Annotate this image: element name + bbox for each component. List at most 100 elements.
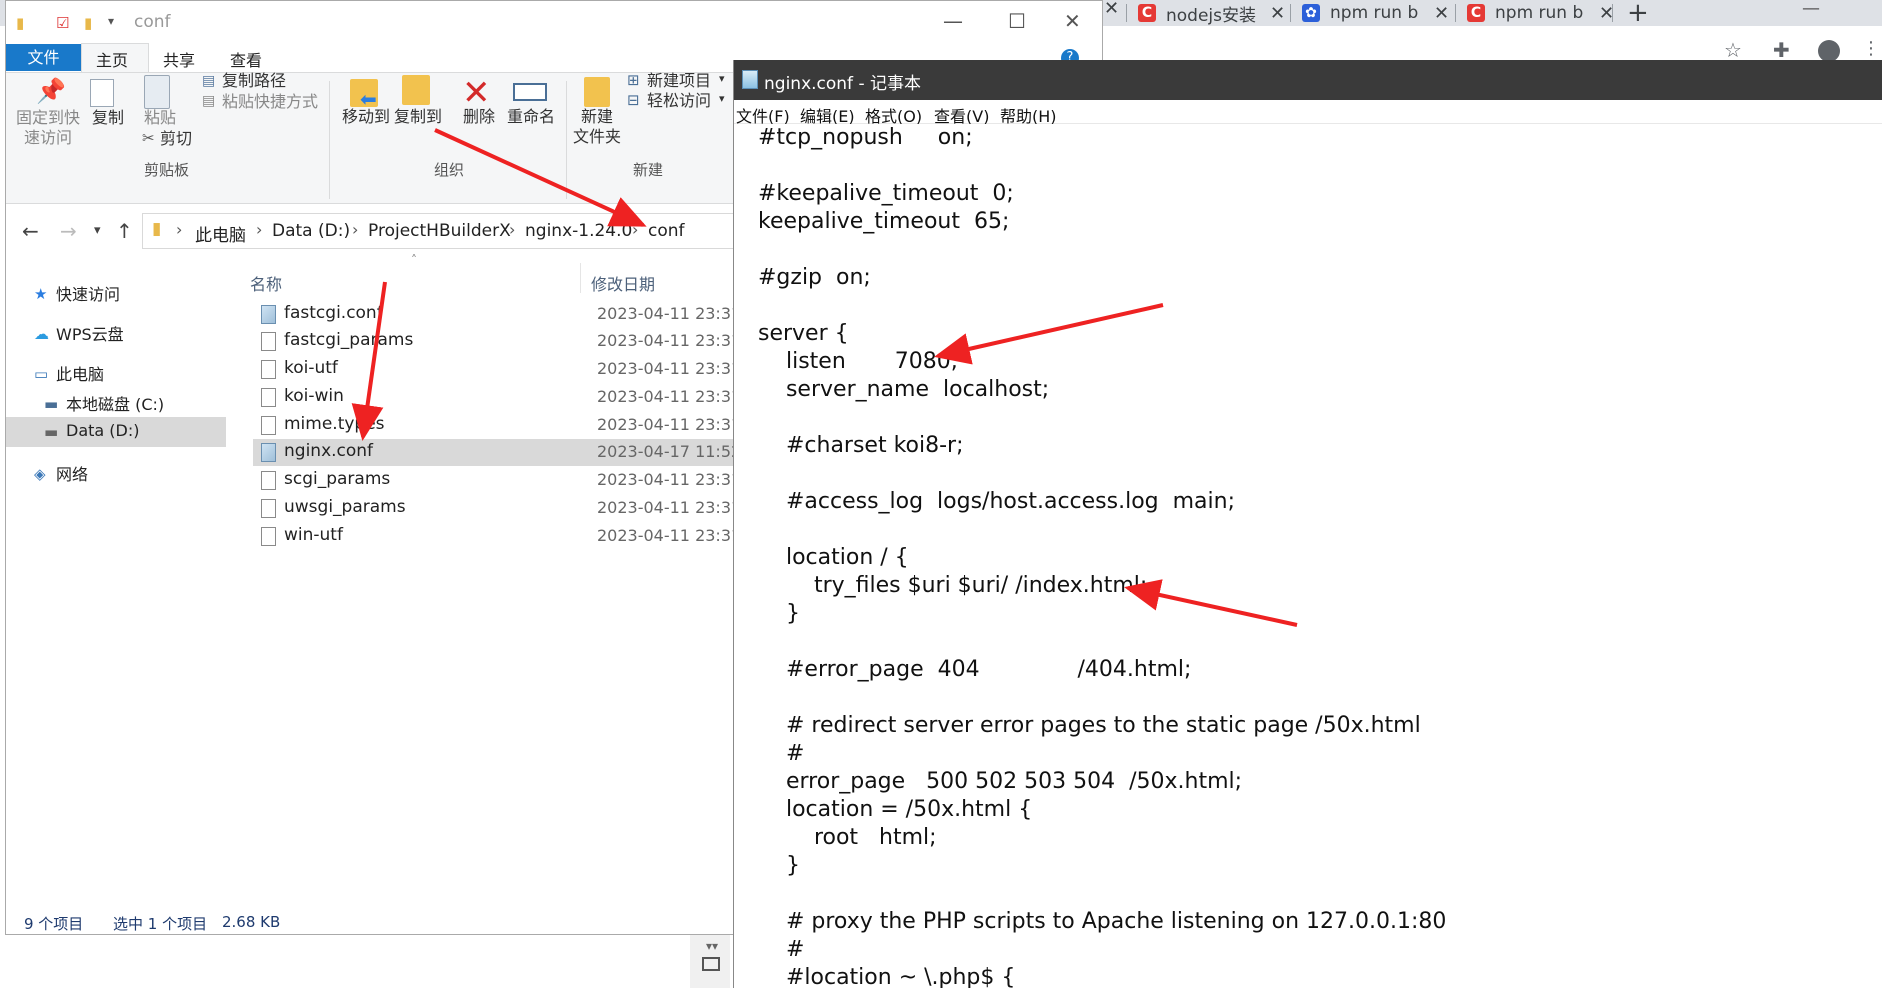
file-icon — [261, 360, 276, 379]
chevron-down-icon: ▾ — [719, 72, 725, 85]
column-header-modified[interactable]: 修改日期 — [591, 271, 655, 295]
properties-icon[interactable]: ☑ — [56, 14, 69, 32]
navigation-pane — [6, 257, 234, 897]
browser-tab-title: npm run b — [1330, 3, 1419, 23]
back-arrow-icon[interactable]: ← — [22, 219, 39, 243]
nav-quick-access[interactable]: ★ 快速访问 — [34, 281, 120, 305]
tab-close-icon[interactable]: ✕ — [1104, 0, 1119, 19]
new-tab-button[interactable]: + — [1627, 0, 1649, 28]
file-icon — [261, 332, 276, 351]
tab-home[interactable]: 主页 — [96, 47, 128, 71]
menu-kebab-icon[interactable]: ⋮ — [1862, 38, 1880, 59]
nav-drive-c[interactable]: ▬ 本地磁盘 (C:) — [44, 391, 164, 415]
code-line: try_files $uri $uri/ /index.html; — [758, 573, 1148, 598]
file-date: 2023-04-17 11:52 — [597, 442, 742, 461]
file-date: 2023-04-11 23:31 — [597, 470, 742, 489]
notepad-window: nginx.conf - 记事本 文件(F) 编辑(E) 格式(O) 查看(V)… — [733, 60, 1882, 988]
breadcrumb-item[interactable]: nginx-1.24.0 — [525, 221, 632, 241]
file-icon — [261, 499, 276, 518]
notepad-icon — [742, 70, 758, 89]
nav-network[interactable]: ◈ 网络 — [34, 461, 88, 485]
explorer-titlebar: ▮ ☑ ▮ ▾ conf — ☐ ✕ — [6, 1, 1102, 41]
new-folder-label: 新建 — [581, 107, 614, 126]
breadcrumb-separator: › — [632, 220, 639, 239]
column-header-name[interactable]: 名称 — [250, 271, 282, 295]
bookmark-star-icon[interactable]: ☆ — [1724, 38, 1742, 62]
ribbon-divider — [329, 81, 330, 199]
copy-path-icon: ▤ — [202, 73, 216, 89]
file-name: scgi_params — [284, 469, 391, 489]
new-item-icon: ⊞ — [627, 71, 640, 89]
code-line: server_name localhost; — [758, 377, 1050, 402]
browser-tab-title: npm run b — [1495, 3, 1584, 23]
code-line: server { — [758, 321, 849, 346]
tab-file[interactable]: 文件 — [6, 44, 81, 71]
sort-chevron-up-icon: ˄ — [411, 253, 417, 267]
tab-share[interactable]: 共享 — [163, 47, 195, 71]
breadcrumb-separator: › — [176, 220, 183, 239]
file-date: 2023-04-11 23:31 — [597, 415, 742, 434]
code-line: # — [758, 937, 805, 962]
up-arrow-icon[interactable]: ↑ — [116, 219, 133, 243]
nav-drive-d[interactable]: ▬ Data (D:) — [44, 421, 139, 441]
minimize-icon[interactable]: — — [1802, 0, 1820, 19]
network-icon: ◈ — [34, 465, 46, 483]
code-line: #gzip on; — [758, 265, 871, 290]
code-line: #location ~ \.php$ { — [758, 965, 1016, 988]
nav-label: WPS云盘 — [56, 325, 124, 344]
tab-view[interactable]: 查看 — [230, 47, 262, 71]
folder-copy-icon — [402, 75, 430, 105]
recent-chevron-icon[interactable]: ▾ — [94, 223, 101, 238]
code-line: root html; — [758, 825, 937, 850]
move-to-label: 移动到 — [342, 107, 391, 126]
tab-separator — [1126, 4, 1127, 22]
drive-icon: ▬ — [44, 422, 59, 441]
tab-separator — [1455, 4, 1456, 22]
copy-path-label: 复制路径 — [222, 71, 287, 90]
maximize-button[interactable]: ☐ — [1008, 9, 1026, 33]
file-date: 2023-04-11 23:31 — [597, 526, 742, 545]
breadcrumb-separator: › — [256, 220, 263, 239]
breadcrumb-item[interactable]: Data (D:) — [272, 221, 350, 241]
notepad-text-area[interactable]: #tcp_nopush on; #keepalive_timeout 0; keep… — [734, 124, 1882, 988]
file-name: koi-utf — [284, 358, 338, 378]
nav-label: 此电脑 — [56, 365, 105, 384]
status-selected-size: 2.68 KB — [222, 913, 281, 931]
chevron-down-icon[interactable]: ▾ — [108, 14, 114, 28]
tab-close-icon[interactable]: ✕ — [1270, 3, 1285, 24]
nav-label: 本地磁盘 (C:) — [66, 395, 165, 414]
computer-icon: ▭ — [34, 365, 49, 383]
column-divider[interactable] — [580, 263, 581, 293]
new-item-label: 新建项目 — [647, 71, 712, 90]
file-date: 2023-04-11 23:31 — [597, 304, 742, 323]
csdn-icon: C — [1138, 4, 1156, 22]
tab-close-icon[interactable]: ✕ — [1434, 3, 1449, 24]
nav-this-pc[interactable]: ▭ 此电脑 — [34, 361, 104, 385]
minimize-button[interactable]: — — [943, 9, 963, 33]
browser-tab[interactable]: C npm run b ✕ — [1459, 0, 1614, 26]
browser-tab[interactable]: ✿ npm run b ✕ — [1294, 0, 1449, 26]
breadcrumb-item-current[interactable]: conf — [648, 221, 685, 241]
nav-wps-cloud[interactable]: ☁ WPS云盘 — [34, 321, 124, 345]
forward-arrow-icon[interactable]: → — [60, 219, 77, 243]
breadcrumb-item[interactable]: ProjectHBuilderX — [368, 221, 511, 241]
code-line: #access_log logs/host.access.log main; — [758, 489, 1235, 514]
file-date: 2023-04-11 23:31 — [597, 359, 742, 378]
delete-label: 删除 — [463, 107, 496, 126]
breadcrumb-item[interactable]: 此电脑 — [195, 221, 246, 246]
code-line: #keepalive_timeout 0; — [758, 181, 1014, 206]
extensions-icon[interactable]: ✚ — [1773, 38, 1790, 62]
breadcrumb-separator: › — [352, 220, 359, 239]
config-file-icon — [261, 443, 276, 462]
notepad-title: nginx.conf - 记事本 — [764, 74, 921, 94]
new-folder-icon[interactable]: ▮ — [84, 14, 92, 32]
close-button[interactable]: ✕ — [1064, 9, 1081, 33]
code-line: # — [758, 741, 805, 766]
rename-icon — [513, 83, 547, 101]
cut-label: 剪切 — [160, 129, 193, 148]
browser-tab[interactable]: C nodejs安装 ✕ — [1130, 0, 1285, 26]
notepad-titlebar: nginx.conf - 记事本 — [734, 60, 1882, 100]
group-label-new: 新建 — [633, 161, 664, 179]
paste-shortcut-icon: ▤ — [202, 93, 216, 109]
profile-avatar[interactable] — [1818, 40, 1840, 62]
